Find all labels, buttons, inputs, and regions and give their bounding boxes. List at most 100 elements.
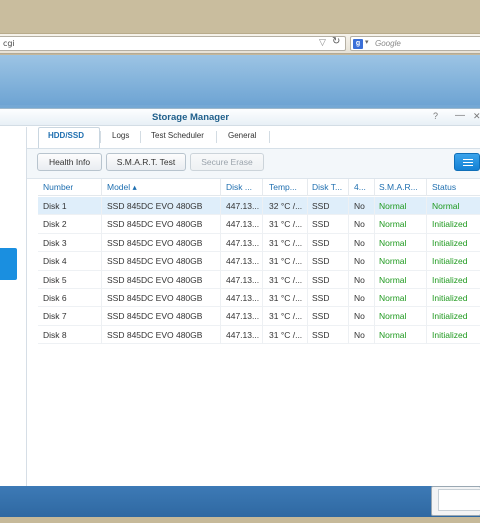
left-navigation-pane <box>0 127 27 487</box>
cell-type: SSD <box>312 201 330 211</box>
column-header-smart[interactable]: S.M.A.R... <box>379 182 426 192</box>
cell-size: 447.13... <box>226 237 260 248</box>
list-menu-icon <box>463 159 473 166</box>
cell-model: SSD 845DC EVO 480GB <box>107 293 203 303</box>
cell-status: Initialized <box>432 237 468 248</box>
cell-number: Disk 6 <box>43 293 67 303</box>
cell-size: 447.13... <box>226 201 260 211</box>
cell-status: Initialized <box>432 256 468 267</box>
cell-temp: 31 °C /... <box>269 219 303 230</box>
secure-erase-button[interactable]: Secure Erase <box>190 153 264 171</box>
cell-four: No <box>354 274 365 285</box>
list-menu-button[interactable] <box>454 153 480 171</box>
search-engine-dropdown-icon[interactable]: ▾ <box>365 38 369 46</box>
cell-temp: 31 °C /... <box>269 274 303 285</box>
tab-hdd-ssd[interactable]: HDD/SSD <box>48 131 84 140</box>
column-header-4k[interactable]: 4... <box>354 182 374 192</box>
cell-status: Normal <box>432 201 460 211</box>
cell-status: Initialized <box>432 329 468 340</box>
url-bar[interactable]: cgi ▽ ↻ <box>0 36 346 51</box>
column-header-disk-type[interactable]: Disk T... <box>312 182 349 192</box>
cell-model: SSD 845DC EVO 480GB <box>107 219 203 230</box>
search-bar[interactable]: g ▾ Google <box>350 36 480 51</box>
cell-size: 447.13... <box>226 311 260 322</box>
column-header-temperature[interactable]: Temp... <box>269 182 307 192</box>
table-row[interactable]: Disk 2 SSD 845DC EVO 480GB 447.13... 31 °C … <box>38 215 480 234</box>
cell-four: No <box>354 219 365 230</box>
left-nav-selected-item[interactable] <box>0 248 17 280</box>
column-separator <box>374 197 375 345</box>
help-icon[interactable]: ? <box>433 111 438 121</box>
cell-temp: 31 °C /... <box>269 256 303 267</box>
column-separator <box>426 179 427 196</box>
desktop-top-strip <box>0 55 480 105</box>
cell-number: Disk 5 <box>43 274 67 285</box>
tab-separator <box>140 131 141 143</box>
cell-number: Disk 7 <box>43 311 67 322</box>
smart-test-button[interactable]: S.M.A.R.T. Test <box>106 153 186 171</box>
thumbnail-inner <box>438 489 480 511</box>
cell-four: No <box>354 293 365 303</box>
cell-size: 447.13... <box>226 219 260 230</box>
table-row[interactable]: Disk 6 SSD 845DC EVO 480GB 447.13... 31 °C … <box>38 289 480 308</box>
tab-logs[interactable]: Logs <box>112 131 129 140</box>
cell-model: SSD 845DC EVO 480GB <box>107 237 203 248</box>
tab-test-scheduler[interactable]: Test Scheduler <box>151 131 204 140</box>
tab-general[interactable]: General <box>228 131 256 140</box>
cell-type: SSD <box>312 329 330 340</box>
cell-number: Disk 2 <box>43 219 67 230</box>
cell-model: SSD 845DC EVO 480GB <box>107 201 203 211</box>
cell-temp: 31 °C /... <box>269 293 303 303</box>
cell-model: SSD 845DC EVO 480GB <box>107 256 203 267</box>
toolbar: Health Info S.M.A.R.T. Test Secure Erase <box>27 149 480 179</box>
table-row[interactable]: Disk 7 SSD 845DC EVO 480GB 447.13... 31 °C … <box>38 307 480 326</box>
cell-size: 447.13... <box>226 329 260 340</box>
cell-type: SSD <box>312 256 330 267</box>
column-separator <box>348 179 349 196</box>
search-placeholder: Google <box>375 39 401 48</box>
cell-smart: Normal <box>379 329 407 340</box>
url-dropdown-icon[interactable]: ▽ <box>319 37 326 48</box>
url-text: cgi <box>3 39 15 48</box>
cell-type: SSD <box>312 237 330 248</box>
cell-smart: Normal <box>379 293 407 303</box>
cell-size: 447.13... <box>226 274 260 285</box>
table-row[interactable]: Disk 3 SSD 845DC EVO 480GB 447.13... 31 °C … <box>38 234 480 253</box>
column-separator <box>426 197 427 345</box>
tab-separator <box>269 131 270 143</box>
google-icon[interactable]: g <box>353 39 363 49</box>
cell-model: SSD 845DC EVO 480GB <box>107 274 203 285</box>
cell-four: No <box>354 237 365 248</box>
close-icon[interactable]: ✕ <box>473 111 480 122</box>
cell-four: No <box>354 311 365 322</box>
cell-temp: 31 °C /... <box>269 311 303 322</box>
column-header-number[interactable]: Number <box>43 182 73 192</box>
tab-separator <box>216 131 217 143</box>
health-info-button[interactable]: Health Info <box>37 153 102 171</box>
cell-type: SSD <box>312 274 330 285</box>
reload-icon[interactable]: ↻ <box>332 36 340 47</box>
column-separator <box>262 197 263 345</box>
cell-four: No <box>354 201 365 211</box>
column-header-model[interactable]: Model ▴ <box>107 182 137 193</box>
table-row[interactable]: Disk 5 SSD 845DC EVO 480GB 447.13... 31 °C … <box>38 271 480 289</box>
cell-smart: Normal <box>379 237 407 248</box>
cell-status: Initialized <box>432 311 468 322</box>
cell-number: Disk 1 <box>43 201 67 211</box>
cell-type: SSD <box>312 311 330 322</box>
cell-smart: Normal <box>379 219 407 230</box>
table-row[interactable]: Disk 1 SSD 845DC EVO 480GB 447.13... 32 °C … <box>38 197 480 216</box>
cell-four: No <box>354 256 365 267</box>
column-separator <box>220 197 221 345</box>
minimize-icon[interactable]: — <box>455 110 465 121</box>
table-row[interactable]: Disk 4 SSD 845DC EVO 480GB 447.13... 31 °C … <box>38 252 480 271</box>
window-title: Storage Manager <box>152 112 230 123</box>
column-separator <box>220 179 221 196</box>
cell-number: Disk 4 <box>43 256 67 267</box>
table-row[interactable]: Disk 8 SSD 845DC EVO 480GB 447.13... 31 °C … <box>38 326 480 345</box>
column-header-disk-size[interactable]: Disk ... <box>226 182 262 192</box>
column-header-status[interactable]: Status <box>432 182 456 192</box>
column-separator <box>374 179 375 196</box>
minimized-window-thumbnail[interactable] <box>431 486 480 516</box>
table-header: Number Model ▴ Disk ... Temp... Disk T..… <box>38 179 480 196</box>
